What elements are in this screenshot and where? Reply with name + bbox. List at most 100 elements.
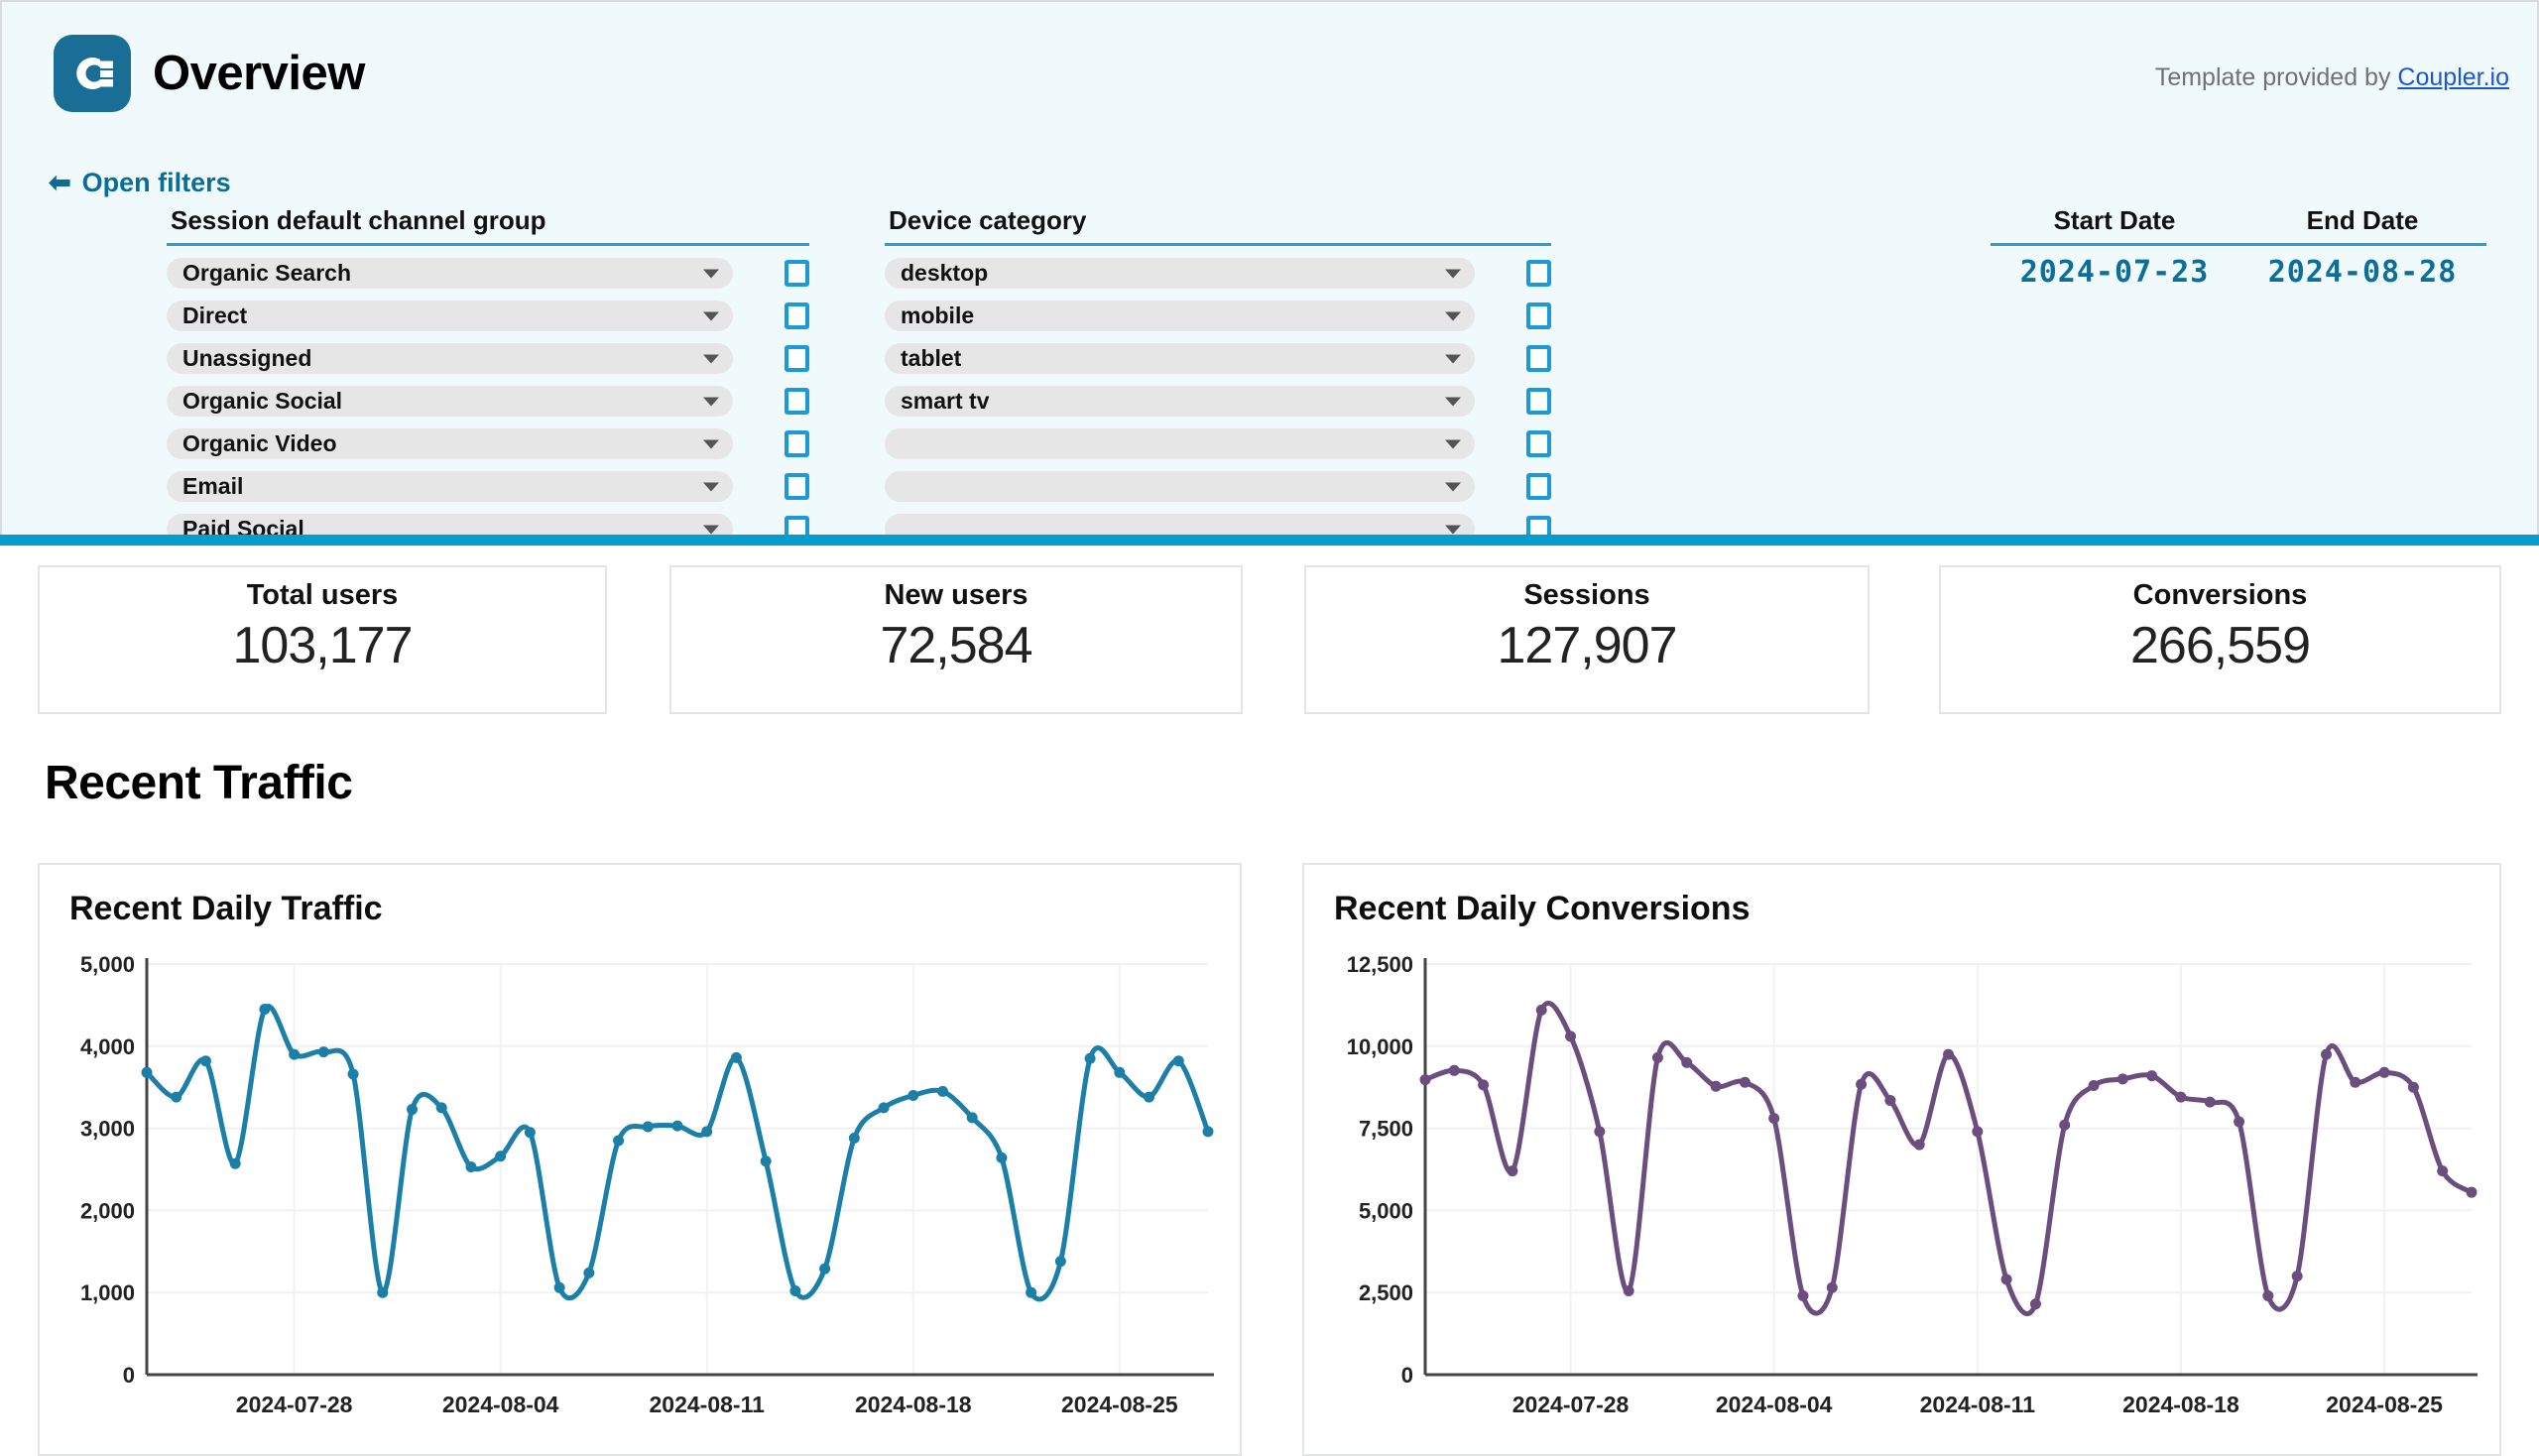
data-point[interactable]	[1448, 1064, 1460, 1076]
data-point[interactable]	[317, 1046, 329, 1058]
data-point[interactable]	[2350, 1076, 2361, 1088]
data-point[interactable]	[1768, 1113, 1780, 1125]
data-point[interactable]	[1535, 1004, 1547, 1016]
channel-group-select-4[interactable]: Organic Video	[167, 428, 733, 459]
data-point[interactable]	[199, 1055, 211, 1067]
data-point[interactable]	[1594, 1126, 1606, 1138]
channel-group-select-0[interactable]: Organic Search	[167, 258, 733, 289]
data-point[interactable]	[495, 1151, 507, 1162]
data-point[interactable]	[2378, 1066, 2390, 1078]
data-point[interactable]	[2320, 1048, 2332, 1060]
data-point[interactable]	[1856, 1078, 1868, 1090]
data-point[interactable]	[2407, 1081, 2419, 1093]
data-point[interactable]	[2088, 1080, 2100, 1092]
data-point[interactable]	[819, 1263, 831, 1274]
device-category-checkbox-5[interactable]	[1526, 473, 1551, 500]
device-category-select-0[interactable]: desktop	[885, 258, 1475, 289]
data-point[interactable]	[1419, 1074, 1431, 1086]
chart-conversions[interactable]: 0 2,500 5,000 7,500 10,000 12,500 2024-07-28 20…	[1304, 936, 2499, 1452]
data-point[interactable]	[1739, 1076, 1751, 1088]
data-point[interactable]	[1710, 1080, 1722, 1092]
data-point[interactable]	[996, 1152, 1008, 1163]
data-point[interactable]	[2146, 1070, 2158, 1082]
data-point[interactable]	[2029, 1298, 2041, 1310]
data-point[interactable]	[1172, 1055, 1184, 1067]
channel-group-checkbox-3[interactable]	[785, 388, 809, 415]
device-category-checkbox-0[interactable]	[1526, 260, 1551, 287]
device-category-checkbox-4[interactable]	[1526, 430, 1551, 457]
channel-group-checkbox-0[interactable]	[785, 260, 809, 287]
data-point[interactable]	[347, 1068, 359, 1080]
data-point[interactable]	[2234, 1116, 2245, 1128]
data-point[interactable]	[1943, 1048, 1954, 1060]
data-point[interactable]	[1084, 1052, 1096, 1064]
data-point[interactable]	[1972, 1126, 1984, 1138]
data-point[interactable]	[1913, 1139, 1925, 1151]
data-point[interactable]	[1651, 1051, 1663, 1063]
data-point[interactable]	[435, 1102, 447, 1114]
data-point[interactable]	[1114, 1066, 1126, 1078]
data-point[interactable]	[2059, 1119, 2071, 1131]
data-point[interactable]	[2262, 1290, 2274, 1302]
channel-group-checkbox-1[interactable]	[785, 303, 809, 329]
data-point[interactable]	[2466, 1186, 2478, 1198]
channel-group-select-3[interactable]: Organic Social	[167, 386, 733, 417]
channel-group-select-2[interactable]: Unassigned	[167, 343, 733, 374]
data-point[interactable]	[2204, 1096, 2216, 1108]
data-point[interactable]	[2291, 1271, 2303, 1282]
data-point[interactable]	[642, 1121, 654, 1133]
open-filters-button[interactable]: ⬅ Open filters	[49, 168, 231, 198]
device-category-select-4[interactable]	[885, 428, 1475, 459]
data-point[interactable]	[583, 1267, 595, 1278]
data-point[interactable]	[377, 1286, 389, 1298]
device-category-select-5[interactable]	[885, 471, 1475, 502]
data-point[interactable]	[2437, 1165, 2449, 1177]
device-category-select-2[interactable]: tablet	[885, 343, 1475, 374]
data-point[interactable]	[1202, 1126, 1214, 1138]
data-point[interactable]	[1826, 1281, 1838, 1293]
data-point[interactable]	[289, 1048, 301, 1060]
data-point[interactable]	[613, 1135, 625, 1147]
channel-group-checkbox-5[interactable]	[785, 473, 809, 500]
data-point[interactable]	[141, 1066, 153, 1078]
data-point[interactable]	[1681, 1056, 1693, 1068]
data-point[interactable]	[966, 1112, 978, 1124]
data-point[interactable]	[937, 1085, 948, 1097]
device-category-select-3[interactable]: smart tv	[885, 386, 1475, 417]
data-point[interactable]	[1623, 1285, 1634, 1297]
channel-group-select-1[interactable]: Direct	[167, 301, 733, 331]
device-category-select-1[interactable]: mobile	[885, 301, 1475, 331]
data-point[interactable]	[1797, 1290, 1809, 1302]
data-point[interactable]	[524, 1127, 536, 1139]
data-point[interactable]	[848, 1133, 860, 1145]
data-point[interactable]	[229, 1157, 241, 1169]
device-category-checkbox-3[interactable]	[1526, 388, 1551, 415]
data-point[interactable]	[730, 1051, 742, 1063]
data-point[interactable]	[1144, 1091, 1155, 1103]
data-point[interactable]	[701, 1126, 713, 1138]
data-point[interactable]	[1478, 1079, 1490, 1091]
data-point[interactable]	[1026, 1286, 1037, 1298]
channel-group-checkbox-2[interactable]	[785, 345, 809, 372]
data-point[interactable]	[553, 1281, 565, 1293]
start-date-value[interactable]: 2024-07-23	[1991, 255, 2238, 290]
data-point[interactable]	[789, 1285, 801, 1297]
device-category-checkbox-2[interactable]	[1526, 345, 1551, 372]
data-point[interactable]	[878, 1102, 890, 1114]
data-point[interactable]	[2116, 1073, 2128, 1085]
end-date-value[interactable]: 2024-08-28	[2238, 255, 2486, 290]
data-point[interactable]	[1054, 1256, 1066, 1268]
data-point[interactable]	[171, 1091, 182, 1103]
chart-traffic[interactable]: 0 1,000 2,000 3,000 4,000 5,000 2024-07-28 2024…	[40, 936, 1240, 1452]
data-point[interactable]	[671, 1120, 683, 1132]
data-point[interactable]	[1565, 1031, 1577, 1042]
data-point[interactable]	[1884, 1094, 1896, 1106]
data-point[interactable]	[465, 1161, 477, 1173]
data-point[interactable]	[1507, 1165, 1518, 1177]
channel-group-select-5[interactable]: Email	[167, 471, 733, 502]
coupler-link[interactable]: Coupler.io	[2397, 63, 2509, 91]
data-point[interactable]	[907, 1089, 919, 1101]
data-point[interactable]	[2000, 1274, 2012, 1285]
data-point[interactable]	[259, 1004, 271, 1016]
device-category-checkbox-1[interactable]	[1526, 303, 1551, 329]
